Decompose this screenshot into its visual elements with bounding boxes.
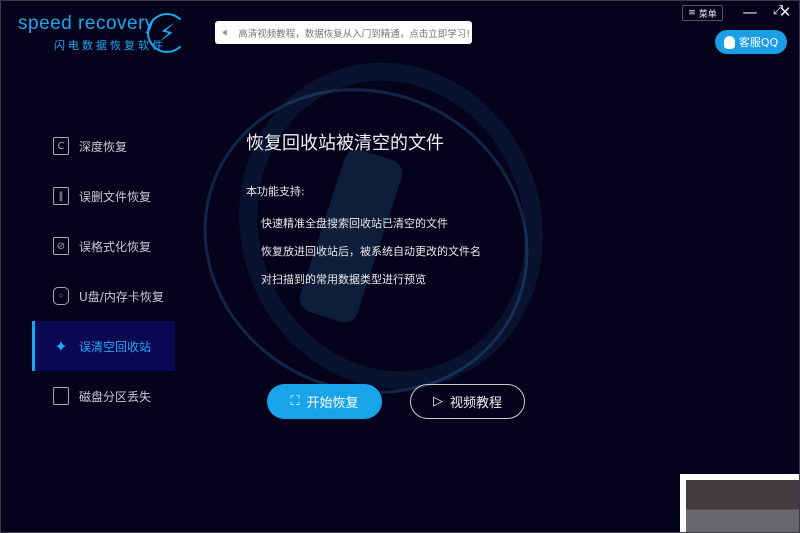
- sidebar-item-formatted[interactable]: ⊘ 误格式化恢复: [32, 221, 175, 271]
- sidebar-item-label: 深度恢复: [79, 139, 128, 154]
- sidebar-item-label: U盘/内存卡恢复: [79, 289, 164, 304]
- bolt-icon: ⚡: [147, 13, 187, 53]
- video-tutorial-button[interactable]: ▷ 视频教程: [410, 384, 525, 419]
- disk-icon: [53, 387, 69, 405]
- sidebar-item-deep-recovery[interactable]: C 深度恢复: [32, 121, 175, 171]
- thumbnail-overlay: [680, 474, 799, 532]
- menu-button[interactable]: ≡ 菜单: [682, 5, 723, 21]
- minimize-button[interactable]: —: [741, 3, 759, 21]
- feature-item: 恢复放进回收站后，被系统自动更改的文件名: [261, 245, 481, 258]
- speaker-icon: 🔈︎: [223, 25, 231, 39]
- notice-text: 高清视频教程，数据恢复从入门到精通，点击立即学习!: [238, 28, 471, 40]
- close-button[interactable]: ✕: [776, 3, 794, 21]
- video-label: 视频教程: [449, 396, 502, 411]
- sidebar-item-partition-lost[interactable]: 磁盘分区丢失: [32, 371, 175, 421]
- sidebar-item-label: 误格式化恢复: [79, 239, 152, 254]
- brand-name: speed recovery: [18, 13, 155, 34]
- menu-label: 菜单: [698, 9, 717, 20]
- broom-icon: ✦: [54, 336, 68, 356]
- support-label: 客服QQ: [738, 36, 779, 49]
- logo: speed recovery 闪电数据恢复软件: [18, 13, 166, 53]
- sidebar-item-usb-card[interactable]: ◦ U盘/内存卡恢复: [32, 271, 175, 321]
- trash-icon: ‖: [53, 187, 69, 205]
- tutorial-notice-bar[interactable]: 🔈︎ 高清视频教程，数据恢复从入门到精通，点击立即学习!: [215, 21, 472, 44]
- sidebar-item-label: 磁盘分区丢失: [79, 389, 152, 404]
- refresh-icon: C: [53, 137, 69, 155]
- app-window: speed recovery 闪电数据恢复软件 ⚡ 🔈︎ 高清视频教程，数据恢复…: [0, 0, 800, 533]
- qq-icon: [723, 35, 735, 49]
- sidebar-item-label: 误清空回收站: [79, 339, 152, 354]
- scan-icon: ⛶: [290, 394, 300, 409]
- sidebar-item-deleted-files[interactable]: ‖ 误删文件恢复: [32, 171, 175, 221]
- support-qq-button[interactable]: 客服QQ: [715, 30, 787, 54]
- page-title: 恢复回收站被清空的文件: [246, 133, 444, 154]
- usb-icon: ◦: [53, 287, 69, 305]
- menu-icon: ≡: [688, 8, 696, 18]
- sidebar-item-label: 误删文件恢复: [79, 189, 152, 204]
- sidebar-item-recycle-bin[interactable]: ✦ 误清空回收站: [32, 321, 175, 371]
- sidebar: C 深度恢复 ‖ 误删文件恢复 ⊘ 误格式化恢复 ◦ U盘/内存卡恢复 ✦ 误清空回收站 …: [32, 121, 175, 421]
- play-icon: ▷: [432, 394, 443, 409]
- format-disk-icon: ⊘: [53, 237, 69, 255]
- feature-item: 对扫描到的常用数据类型进行预览: [261, 273, 426, 286]
- start-label: 开始恢复: [306, 396, 359, 411]
- start-recovery-button[interactable]: ⛶ 开始恢复: [267, 384, 382, 419]
- main-content: 恢复回收站被清空的文件 本功能支持: 快速精准全盘搜索回收站已清空的文件 恢复放…: [246, 129, 481, 287]
- feature-item: 快速精准全盘搜索回收站已清空的文件: [261, 217, 448, 230]
- feature-heading: 本功能支持:: [246, 185, 305, 198]
